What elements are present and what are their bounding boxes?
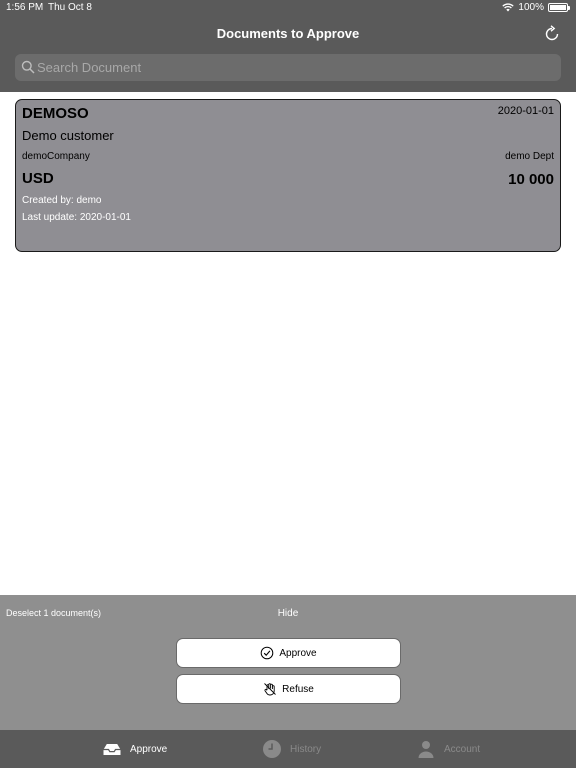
document-last-update: Last update: 2020-01-01 <box>22 212 131 223</box>
tab-history[interactable]: History <box>262 730 321 768</box>
search-icon <box>21 60 35 74</box>
clock-icon <box>263 740 281 758</box>
search-bar[interactable] <box>15 54 561 81</box>
document-department: demo Dept <box>505 151 554 162</box>
document-id: DEMOSO <box>22 105 89 122</box>
tab-bar: Approve History Account <box>0 730 576 768</box>
battery-icon <box>548 3 570 12</box>
search-input[interactable] <box>37 54 557 81</box>
document-currency: USD <box>22 170 54 187</box>
battery-percent: 100% <box>518 2 544 13</box>
document-created-by: Created by: demo <box>22 195 102 206</box>
hide-button[interactable]: Hide <box>278 608 299 619</box>
checkmark-circle-icon <box>261 646 274 660</box>
tab-account[interactable]: Account <box>416 730 480 768</box>
document-amount: 10 000 <box>508 171 554 188</box>
document-company: demoCompany <box>22 151 90 162</box>
battery-fill <box>550 5 566 10</box>
approve-button[interactable]: Approve <box>176 638 401 668</box>
status-date: Thu Oct 8 <box>48 2 92 13</box>
status-time: 1:56 PM <box>6 2 44 13</box>
tab-account-label: Account <box>444 743 481 755</box>
deselect-button[interactable]: Deselect 1 document(s) <box>6 608 101 618</box>
approve-label: Approve <box>279 647 317 659</box>
inbox-icon <box>103 744 121 755</box>
document-card[interactable]: DEMOSO 2020-01-01 Demo customer demoComp… <box>15 99 561 252</box>
refuse-label: Refuse <box>282 683 314 695</box>
status-bar: 1:56 PM Thu Oct 8 100% <box>0 0 576 16</box>
action-panel: Deselect 1 document(s) Hide Approve Refu… <box>0 595 576 730</box>
refresh-icon[interactable] <box>542 24 562 44</box>
tab-approve-label: Approve <box>130 743 168 755</box>
hand-stop-icon <box>264 683 276 696</box>
document-date: 2020-01-01 <box>497 105 554 117</box>
header: 1:56 PM Thu Oct 8 100% Documents to Appr… <box>0 0 576 92</box>
refuse-button[interactable]: Refuse <box>176 674 401 704</box>
page-title: Documents to Approve <box>216 26 360 41</box>
wifi-icon <box>502 3 515 12</box>
person-icon <box>418 741 434 758</box>
document-customer: Demo customer <box>22 128 114 143</box>
tab-approve[interactable]: Approve <box>102 730 167 768</box>
status-indicators: 100% <box>502 2 570 13</box>
tab-history-label: History <box>290 743 322 755</box>
